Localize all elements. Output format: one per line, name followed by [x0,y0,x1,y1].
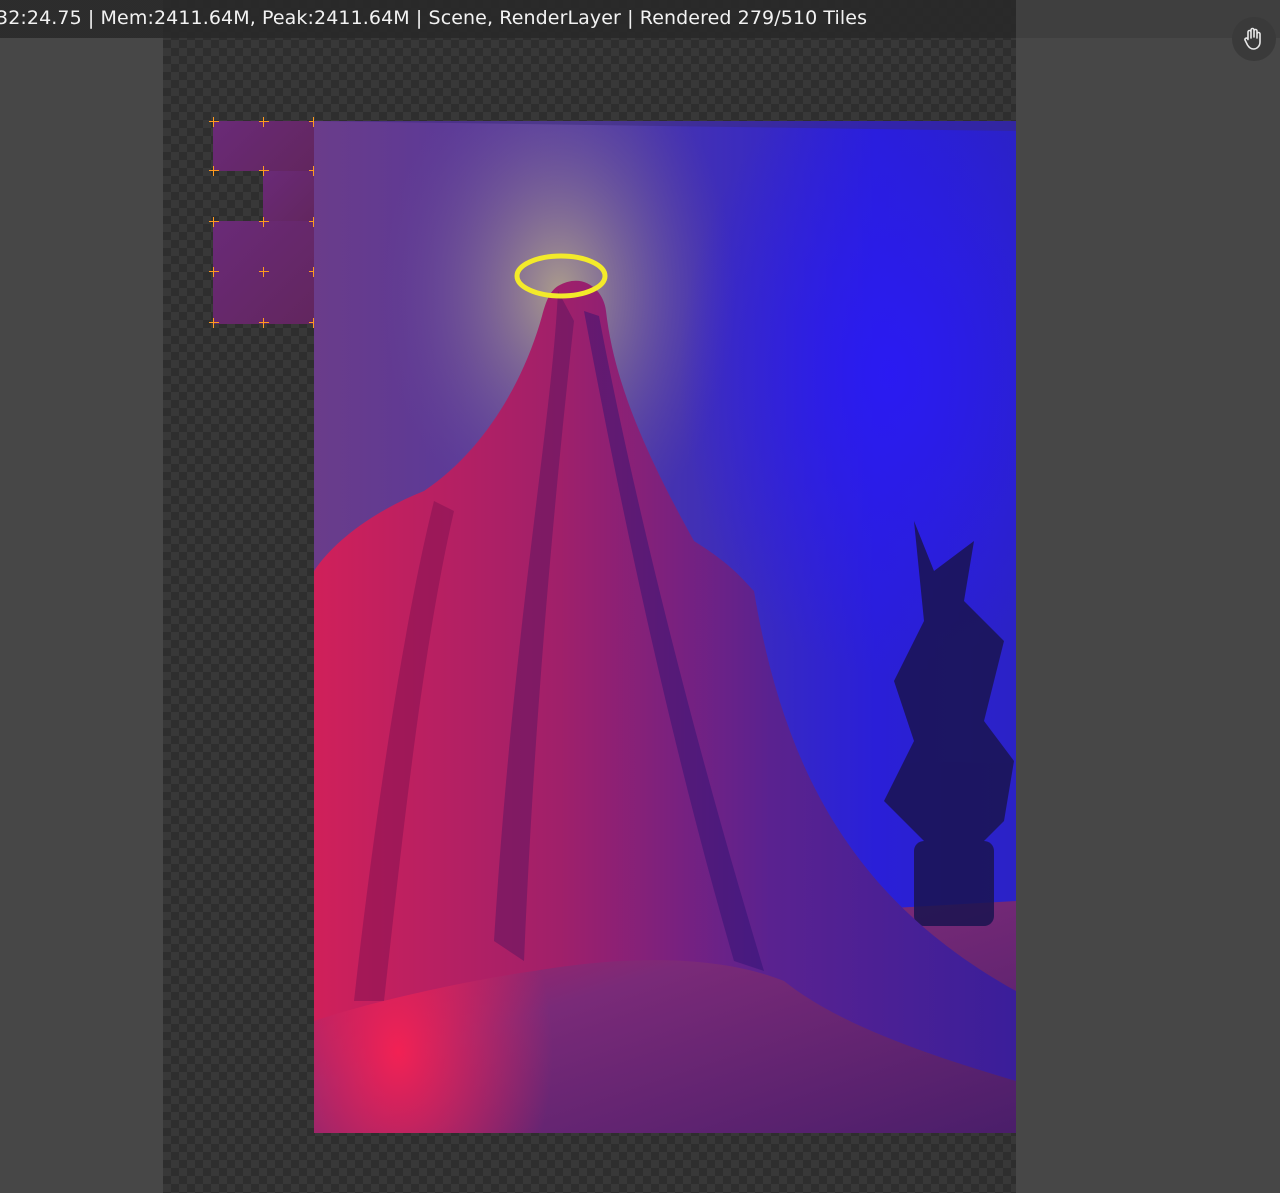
render-result-image [314,121,1016,1133]
pan-view-button[interactable] [1232,17,1276,61]
rendered-tile [213,221,314,324]
render-status-bar: 32:24.75 | Mem:2411.64M, Peak:2411.64M |… [0,0,1280,38]
ghost-scene [314,121,1016,1133]
rendered-tile [213,121,314,171]
rendered-tile [263,171,314,221]
hand-icon [1244,27,1261,50]
render-status-text: 32:24.75 | Mem:2411.64M, Peak:2411.64M |… [0,7,868,29]
image-editor-viewport[interactable]: 32:24.75 | Mem:2411.64M, Peak:2411.64M |… [0,0,1280,1193]
